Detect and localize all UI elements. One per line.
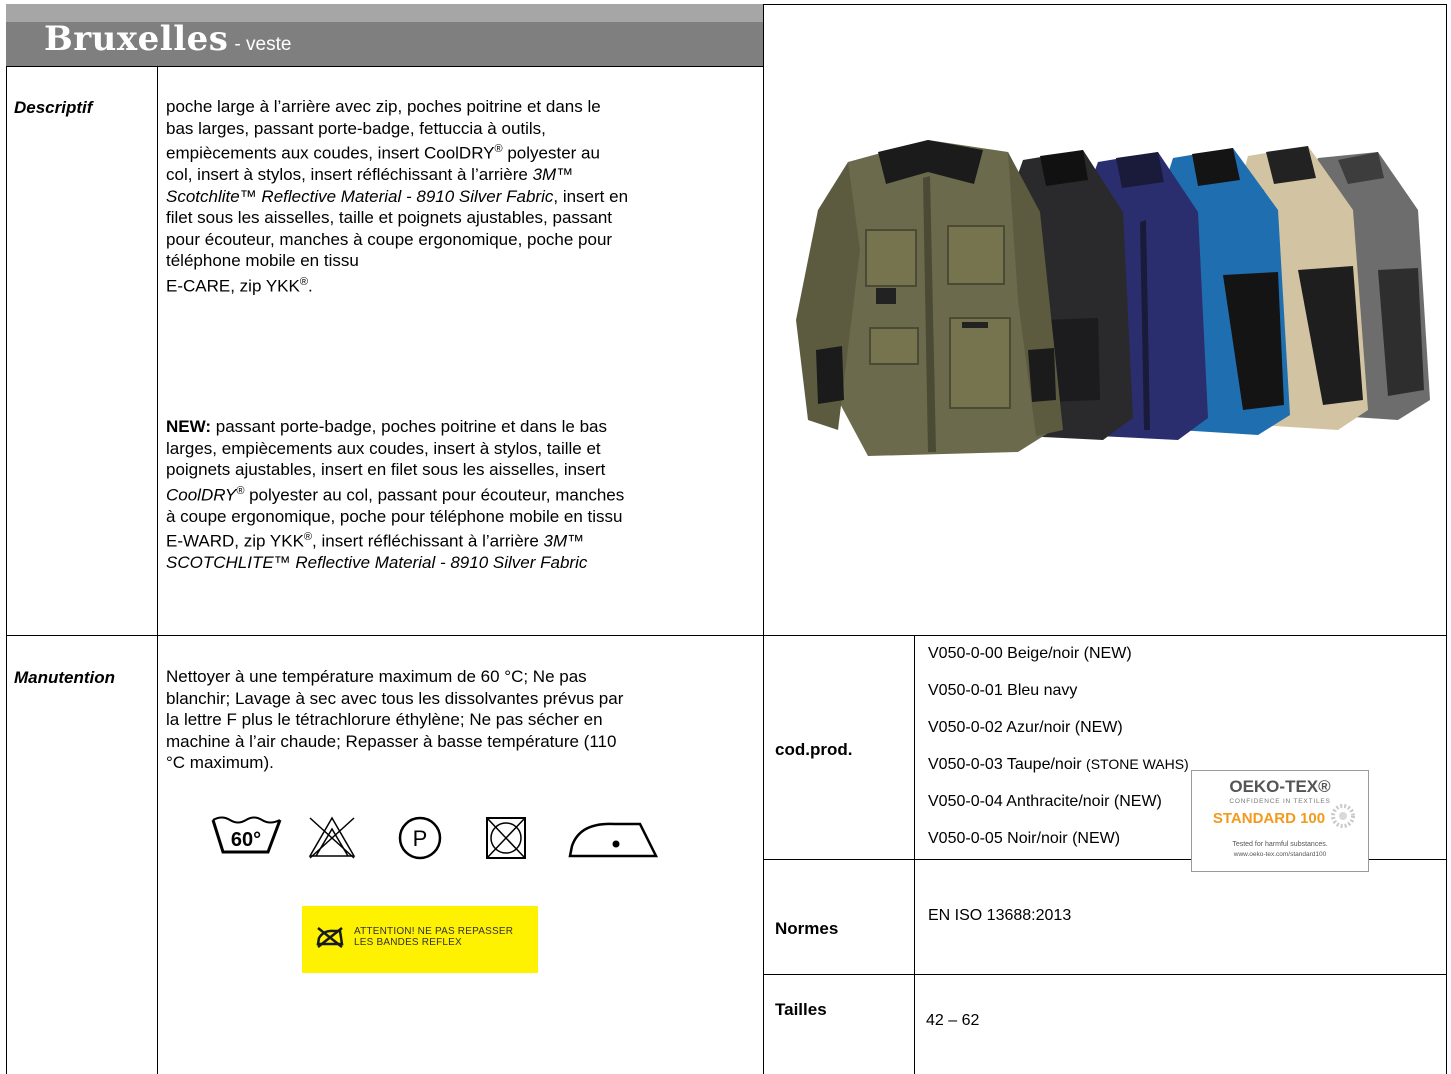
- svg-text:Tested for harmful substances.: Tested for harmful substances.: [1232, 841, 1327, 848]
- product-code: V050-0-03 Taupe/noir (STONE WAHS): [928, 756, 1189, 773]
- svg-text:www.oeko-tex.com/standard100: www.oeko-tex.com/standard100: [1233, 851, 1327, 858]
- normes-label: Normes: [775, 919, 839, 938]
- jacket-olive-front: [796, 140, 1063, 456]
- product-code: V050-0-02 Azur/noir (NEW): [928, 719, 1123, 736]
- no-tumble-dry-icon: [486, 817, 526, 859]
- right-label-divider: [914, 635, 915, 1074]
- tailles-value: 42 – 62: [926, 1012, 980, 1029]
- codprod-label: cod.prod.: [775, 740, 853, 759]
- normes-bottom: [763, 974, 1447, 975]
- border-under-header: [6, 66, 763, 67]
- svg-text:60°: 60°: [231, 829, 261, 851]
- descriptif-new-paragraph: NEW: passant porte-badge, poches poitrin…: [166, 417, 625, 573]
- svg-text:P: P: [413, 826, 428, 851]
- manutention-label: Manutention: [14, 668, 116, 687]
- svg-text:OEKO-TEX®: OEKO-TEX®: [1229, 777, 1331, 796]
- label-col-divider: [157, 66, 158, 1074]
- page-header: Bruxelles - veste: [6, 4, 763, 66]
- svg-text:STANDARD 100: STANDARD 100: [1213, 810, 1325, 827]
- svg-text:CONFIDENCE IN TEXTILES: CONFIDENCE IN TEXTILES: [1229, 798, 1330, 805]
- care-icons: 60° P: [210, 808, 670, 866]
- product-code: V050-0-05 Noir/noir (NEW): [928, 830, 1121, 847]
- border-header-right: [763, 4, 764, 66]
- iron-low-icon: [568, 822, 659, 858]
- reflex-warning-text: ATTENTION! NE PAS REPASSER LES BANDES RE…: [354, 926, 514, 948]
- manutention-text: Nettoyer à une température maximum de 60…: [166, 667, 624, 772]
- tailles-label: Tailles: [775, 1000, 827, 1019]
- normes-value: EN ISO 13688:2013: [928, 907, 1072, 924]
- product-type: - veste: [234, 34, 292, 55]
- reflex-warning-label: ATTENTION! NE PAS REPASSER LES BANDES RE…: [302, 906, 538, 973]
- dry-clean-p-icon: P: [398, 816, 442, 860]
- border-left: [6, 66, 7, 1074]
- descriptif-paragraph: poche large à l’arrière avec zip, poches…: [166, 97, 629, 296]
- product-code: V050-0-04 Anthracite/noir (NEW): [928, 793, 1162, 810]
- border-right: [1446, 4, 1447, 1074]
- row-divider: [6, 635, 1447, 636]
- product-name: Bruxelles: [44, 19, 229, 59]
- descriptif-label: Descriptif: [14, 98, 93, 117]
- wash-60-icon: 60°: [211, 816, 282, 854]
- border-mid: [763, 66, 764, 1074]
- product-code: V050-0-00 Beige/noir (NEW): [928, 645, 1132, 662]
- page-title: Bruxelles - veste: [44, 19, 291, 59]
- no-bleach-icon: [308, 816, 356, 859]
- product-code: V050-0-01 Bleu navy: [928, 682, 1078, 699]
- product-photo: [778, 100, 1438, 510]
- oeko-tex-logo: OEKO-TEX® CONFIDENCE IN TEXTILES STANDAR…: [1191, 770, 1369, 872]
- no-iron-icon: [316, 927, 344, 948]
- border-top-right: [763, 4, 1447, 5]
